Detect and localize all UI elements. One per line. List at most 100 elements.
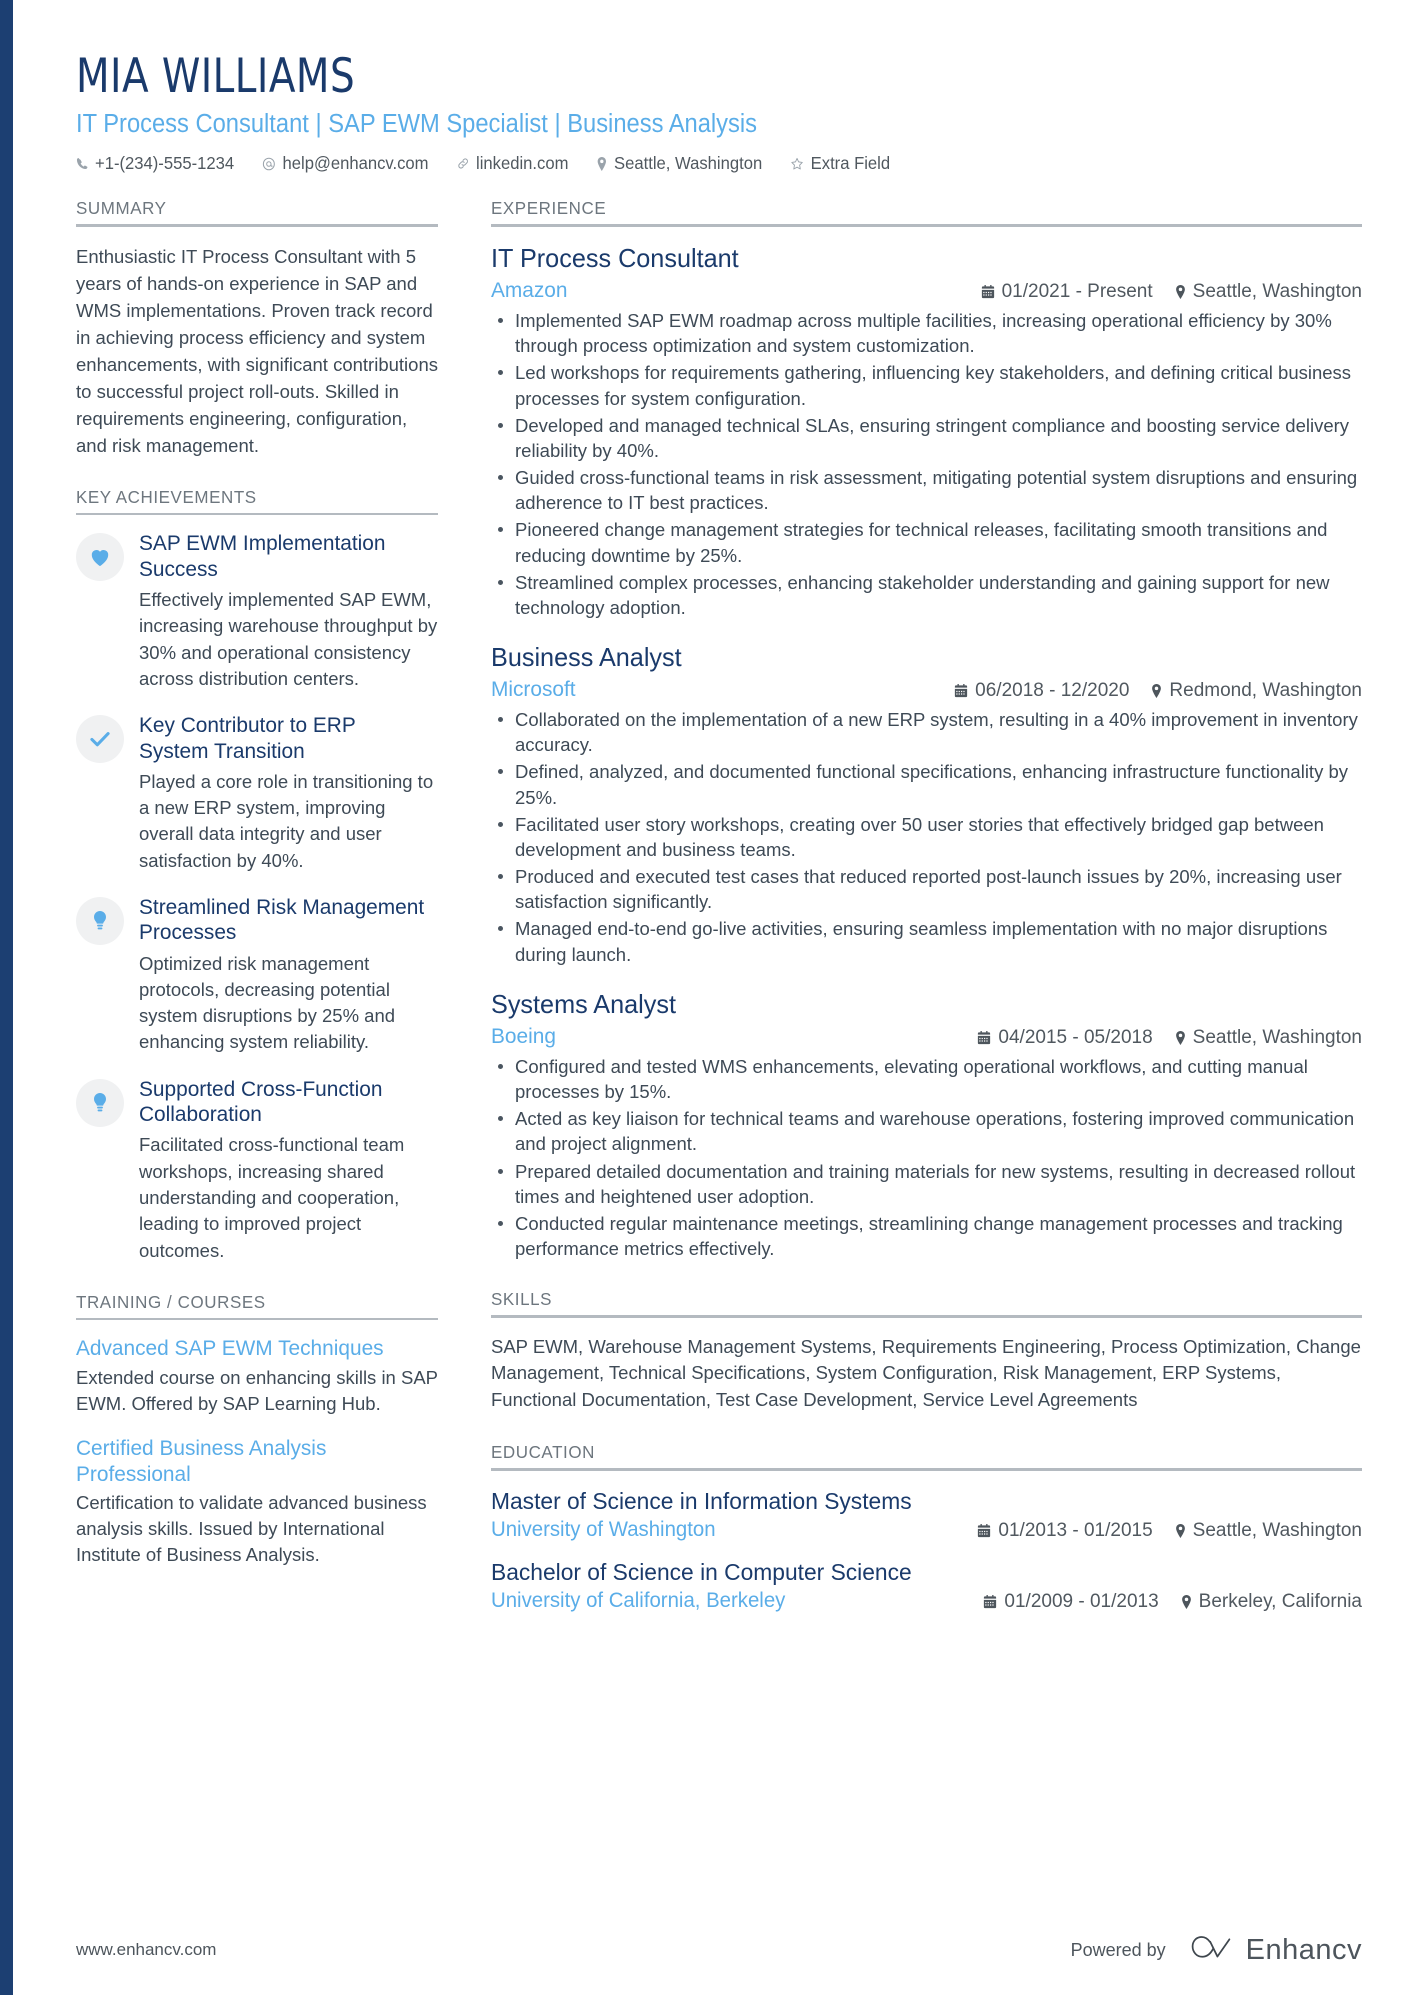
- job-bullet: Collaborated on the implementation of a …: [491, 707, 1362, 757]
- candidate-headline: IT Process Consultant | SAP EWM Speciali…: [76, 109, 758, 138]
- education-section: EDUCATION Master of Science in Informati…: [491, 1442, 1362, 1613]
- achievement-title: Supported Cross-Function Collaboration: [139, 1076, 383, 1127]
- education-date-text: 01/2013 - 01/2015: [998, 1519, 1153, 1541]
- contact-link[interactable]: linkedin.com: [457, 153, 568, 174]
- contact-location[interactable]: Seattle, Washington: [597, 153, 762, 174]
- achievement-description: Played a core role in transitioning to a…: [139, 770, 434, 871]
- summary-section-title: SUMMARY: [76, 198, 167, 219]
- achievement-item: SAP EWM Implementation Success Effective…: [76, 531, 438, 692]
- key-achievements-section-title: KEY ACHIEVEMENTS: [76, 486, 257, 507]
- course-title: Advanced SAP EWM Techniques: [76, 1336, 384, 1361]
- achievement-badge: [76, 715, 124, 764]
- education-section-title: EDUCATION: [491, 1442, 595, 1463]
- education-item: Master of Science in Information Systems…: [491, 1487, 1362, 1542]
- contact-extra[interactable]: Extra Field: [791, 153, 890, 174]
- job-bullet: Streamlined complex processes, enhancing…: [491, 570, 1362, 620]
- job-date: 04/2015 - 05/2018: [977, 1026, 1153, 1049]
- achievement-body: Streamlined Risk Management Processes Op…: [139, 895, 438, 1056]
- job-meta: Amazon 01/2021 - Present Seattle, Washin…: [491, 278, 1362, 303]
- job-bullets: Configured and tested WMS enhancements, …: [491, 1054, 1362, 1261]
- job-bullet: Managed end-to-end go-live activities, e…: [491, 916, 1362, 966]
- summary-section: SUMMARY Enthusiastic IT Process Consulta…: [76, 198, 438, 459]
- job-title: Business Analyst: [491, 641, 682, 672]
- achievement-item: Streamlined Risk Management Processes Op…: [76, 895, 438, 1056]
- course-item: Advanced SAP EWM Techniques Extended cou…: [76, 1336, 438, 1417]
- calendar-icon: [977, 1523, 991, 1538]
- education-date-text: 01/2009 - 01/2013: [1004, 1590, 1159, 1612]
- job-meta: Microsoft 06/2018 - 12/2020 Redmond, Was…: [491, 677, 1362, 702]
- location-pin-icon: [1175, 285, 1186, 300]
- lightbulb-icon: [92, 910, 108, 931]
- job-bullet: Acted as key liaison for technical teams…: [491, 1106, 1362, 1156]
- candidate-name: MIA WILLIAMS: [76, 49, 356, 104]
- job-bullet: Configured and tested WMS enhancements, …: [491, 1054, 1362, 1104]
- achievement-description: Effectively implemented SAP EWM, increas…: [139, 589, 438, 689]
- job-bullet: Facilitated user story workshops, creati…: [491, 812, 1362, 862]
- experience-divider: [491, 224, 1362, 227]
- achievement-badge: [76, 533, 124, 582]
- star-icon: [791, 157, 804, 171]
- contact-bar: +1-(234)-555-1234 help@enhancv.com linke…: [76, 153, 1286, 174]
- location-pin-icon: [1151, 684, 1162, 699]
- job-location-text: Redmond, Washington: [1169, 680, 1362, 702]
- link-icon: [457, 157, 469, 170]
- achievement-body: SAP EWM Implementation Success Effective…: [139, 531, 438, 692]
- course-title: Certified Business Analysis Professional: [76, 1436, 327, 1486]
- education-location: Seattle, Washington: [1175, 1520, 1362, 1542]
- job-title: IT Process Consultant: [491, 242, 739, 273]
- training-divider: [76, 1317, 438, 1321]
- experience-item: IT Process Consultant Amazon 01/2021 - P…: [491, 243, 1362, 620]
- footer-branding: Powered by Enhancv: [1071, 1934, 1362, 1967]
- job-bullet: Guided cross-functional teams in risk as…: [491, 465, 1362, 515]
- right-column: EXPERIENCE IT Process Consultant Amazon …: [466, 198, 1362, 1641]
- skills-divider: [491, 1315, 1362, 1318]
- education-location-text: Seattle, Washington: [1192, 1519, 1362, 1541]
- course-description: Certification to validate advanced busin…: [76, 1491, 427, 1566]
- education-school: University of California, Berkeley: [491, 1588, 786, 1612]
- education-divider: [491, 1468, 1362, 1471]
- education-date: 01/2009 - 01/2013: [983, 1590, 1159, 1613]
- resume-page: MIA WILLIAMS IT Process Consultant | SAP…: [0, 0, 1410, 1995]
- job-location: Seattle, Washington: [1175, 281, 1362, 303]
- powered-by-label: Powered by: [1070, 1939, 1166, 1960]
- calendar-icon: [954, 684, 968, 698]
- check-icon: [89, 730, 111, 748]
- job-location-text: Seattle, Washington: [1192, 1026, 1362, 1048]
- job-bullet: Implemented SAP EWM roadmap across multi…: [491, 308, 1362, 358]
- heart-icon: [89, 547, 111, 567]
- location-pin-icon: [1175, 1523, 1186, 1538]
- contact-phone[interactable]: +1-(234)-555-1234: [76, 153, 234, 174]
- achievement-body: Key Contributor to ERP System Transition…: [139, 713, 438, 874]
- job-bullets: Implemented SAP EWM roadmap across multi…: [491, 308, 1362, 620]
- email-icon: [263, 157, 276, 171]
- course-item: Certified Business Analysis Professional…: [76, 1436, 438, 1569]
- experience-section: EXPERIENCE IT Process Consultant Amazon …: [491, 198, 1362, 1261]
- job-company: Amazon: [491, 278, 568, 303]
- education-date: 01/2013 - 01/2015: [977, 1519, 1153, 1542]
- education-item: Bachelor of Science in Computer Science …: [491, 1558, 1362, 1613]
- education-school: University of Washington: [491, 1517, 716, 1541]
- job-date-text: 06/2018 - 12/2020: [975, 680, 1130, 702]
- training-section: TRAINING / COURSES Advanced SAP EWM Tech…: [76, 1292, 438, 1569]
- course-description: Extended course on enhancing skills in S…: [76, 1366, 438, 1414]
- enhancv-brand: Enhancv: [1188, 1934, 1362, 1967]
- footer-url[interactable]: www.enhancv.com: [76, 1940, 216, 1960]
- job-location: Redmond, Washington: [1151, 680, 1362, 702]
- job-date: 01/2021 - Present: [981, 281, 1153, 303]
- job-company: Boeing: [491, 1023, 556, 1048]
- achievement-item: Supported Cross-Function Collaboration F…: [76, 1077, 438, 1264]
- job-bullet: Defined, analyzed, and documented functi…: [491, 759, 1362, 809]
- location-pin-icon: [1175, 1030, 1186, 1045]
- contact-email[interactable]: help@enhancv.com: [263, 153, 429, 174]
- achievement-badge: [76, 896, 124, 945]
- achievement-item: Key Contributor to ERP System Transition…: [76, 713, 438, 874]
- achievement-description: Facilitated cross-functional team worksh…: [139, 1134, 405, 1261]
- job-date-text: 04/2015 - 05/2018: [998, 1026, 1153, 1048]
- key-achievements-divider: [76, 512, 438, 516]
- achievement-title: Streamlined Risk Management Processes: [139, 894, 425, 945]
- contact-phone-text: +1-(234)-555-1234: [95, 153, 235, 174]
- education-location: Berkeley, California: [1181, 1591, 1362, 1613]
- enhancv-brand-name: Enhancv: [1245, 1933, 1362, 1966]
- summary-text: Enthusiastic IT Process Consultant with …: [76, 245, 438, 456]
- contact-link-text: linkedin.com: [476, 153, 569, 174]
